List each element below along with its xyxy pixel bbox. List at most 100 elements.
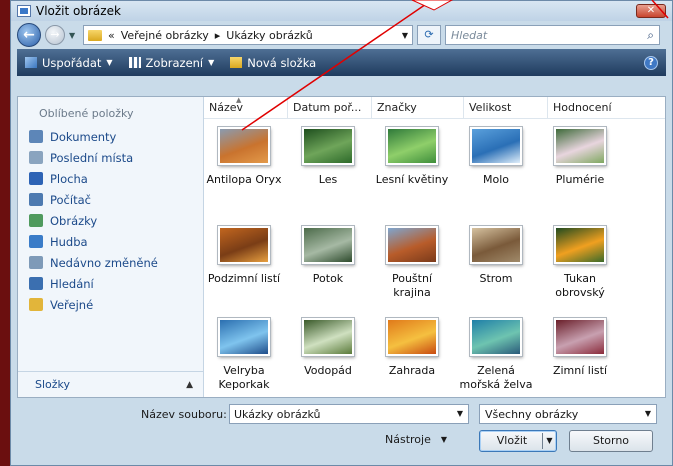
column-size[interactable]: Velikost [464,97,548,118]
sidebar-item[interactable]: Dokumenty [18,126,203,147]
music-icon [29,235,43,248]
new-folder-icon [230,57,243,68]
image-thumbnail[interactable] [301,225,355,265]
pictures-icon [29,214,43,227]
insert-options-icon[interactable]: ▼ [542,433,556,449]
breadcrumb-item[interactable]: Ukázky obrázků [226,29,312,42]
insert-label: Vložit [496,434,528,447]
column-tags[interactable]: Značky [372,97,464,118]
file-item[interactable]: Pouštní krajina [372,225,452,300]
image-thumbnail[interactable] [217,126,271,166]
file-item[interactable]: Lesní květiny [372,126,452,187]
sidebar-item[interactable]: Veřejné [18,294,203,315]
file-item[interactable]: Potok [288,225,368,286]
recently-changed-icon [29,256,43,269]
close-button[interactable]: ✕ [636,4,666,18]
sidebar-item-label: Počítač [50,192,91,207]
chevron-down-icon[interactable]: ▼ [457,409,463,418]
file-item[interactable]: Tukan obrovský [540,225,620,300]
back-button[interactable]: ← [17,23,41,47]
folders-toggle[interactable]: Složky ▲ [18,371,203,397]
file-item[interactable]: Zimní listí [540,317,620,378]
image-thumbnail[interactable] [301,317,355,357]
navigation-pane: Oblíbené položky Dokumenty Poslední místa… [18,97,204,397]
file-item[interactable]: Plumérie [540,126,620,187]
new-folder-button[interactable]: Nová složka [230,56,316,70]
address-dropdown-icon[interactable]: ▼ [402,31,408,40]
column-name[interactable]: ▲ Název [204,97,288,118]
image-thumbnail[interactable] [301,126,355,166]
address-bar[interactable]: « Veřejné obrázky ▸ Ukázky obrázků ▼ [83,25,413,45]
file-item[interactable]: Velryba Keporkak [204,317,284,392]
organize-button[interactable]: Uspořádat ▼ [25,56,113,70]
filename-label: Název souboru: [141,408,227,421]
image-thumbnail[interactable] [217,225,271,265]
history-dropdown-icon[interactable]: ▼ [69,31,79,40]
file-name: Podzimní listí [207,272,281,285]
file-name: Plumérie [555,173,605,186]
search-icon[interactable]: ⌕ [647,28,654,43]
image-thumbnail[interactable] [469,126,523,166]
sidebar-item[interactable]: Obrázky [18,210,203,231]
chevron-down-icon: ▼ [440,435,448,444]
sidebar-item-label: Veřejné [50,297,94,312]
search-placeholder: Hledat [451,28,488,42]
sidebar-item[interactable]: Počítač [18,189,203,210]
image-thumbnail[interactable] [469,225,523,265]
sidebar-item[interactable]: Poslední místa [18,147,203,168]
image-thumbnail[interactable] [385,126,439,166]
new-folder-label: Nová složka [247,55,317,70]
file-item[interactable]: Antilopa Oryx [204,126,284,187]
forward-button[interactable]: → [45,25,65,45]
filetype-select[interactable]: Všechny obrázky ▼ [479,404,657,424]
image-thumbnail[interactable] [469,317,523,357]
image-thumbnail[interactable] [553,225,607,265]
file-item[interactable]: Strom [456,225,536,286]
recent-places-icon [29,151,43,164]
organize-label: Uspořádat [42,55,102,70]
column-date[interactable]: Datum poř... [288,97,372,118]
browser-body: Oblíbené položky Dokumenty Poslední místa… [17,96,666,398]
sidebar-item[interactable]: Plocha [18,168,203,189]
column-rating[interactable]: Hodnocení [548,97,648,118]
computer-icon [29,193,43,206]
file-item[interactable]: Podzimní listí [204,225,284,286]
file-item[interactable]: Vodopád [288,317,368,378]
file-name: Antilopa Oryx [206,173,282,186]
filename-input[interactable]: Ukázky obrázků ▼ [229,404,469,424]
tools-menu[interactable]: Nástroje ▼ [385,433,447,446]
sidebar-item-label: Dokumenty [50,129,117,144]
sidebar-item[interactable]: Nedávno změněné [18,252,203,273]
views-button[interactable]: Zobrazení ▼ [128,55,214,70]
help-icon[interactable]: ? [644,55,658,70]
file-item[interactable]: Molo [456,126,536,187]
documents-icon [29,130,43,143]
favorites-list: Dokumenty Poslední místa Plocha Počítač Obrá… [18,126,203,315]
search-input[interactable]: Hledat ⌕ [445,25,660,45]
image-thumbnail[interactable] [553,317,607,357]
image-thumbnail[interactable] [385,225,439,265]
refresh-button[interactable]: ⟳ [417,25,441,45]
favorites-heading: Oblíbené položky [39,107,134,120]
file-name: Pouštní krajina [391,272,432,299]
desktop-icon [29,172,43,185]
chevron-up-icon: ▲ [186,379,193,390]
image-thumbnail[interactable] [217,317,271,357]
file-name: Strom [479,272,513,285]
sidebar-item[interactable]: Hledání [18,273,203,294]
views-label: Zobrazení [145,55,204,70]
file-item[interactable]: Zelená mořská želva [456,317,536,392]
breadcrumb-separator-icon[interactable]: ▸ [215,29,221,42]
image-thumbnail[interactable] [553,126,607,166]
file-item[interactable]: Zahrada [372,317,452,378]
insert-button[interactable]: Vložit ▼ [479,430,557,452]
filename-value: Ukázky obrázků [234,408,321,421]
sidebar-item[interactable]: Hudba [18,231,203,252]
breadcrumb-item[interactable]: Veřejné obrázky [121,29,209,42]
cancel-button[interactable]: Storno [569,430,653,452]
title-bar: Vložit obrázek [11,1,672,21]
address-chevron[interactable]: « [108,29,115,42]
image-thumbnail[interactable] [385,317,439,357]
chevron-down-icon[interactable]: ▼ [645,409,651,418]
file-item[interactable]: Les [288,126,368,187]
